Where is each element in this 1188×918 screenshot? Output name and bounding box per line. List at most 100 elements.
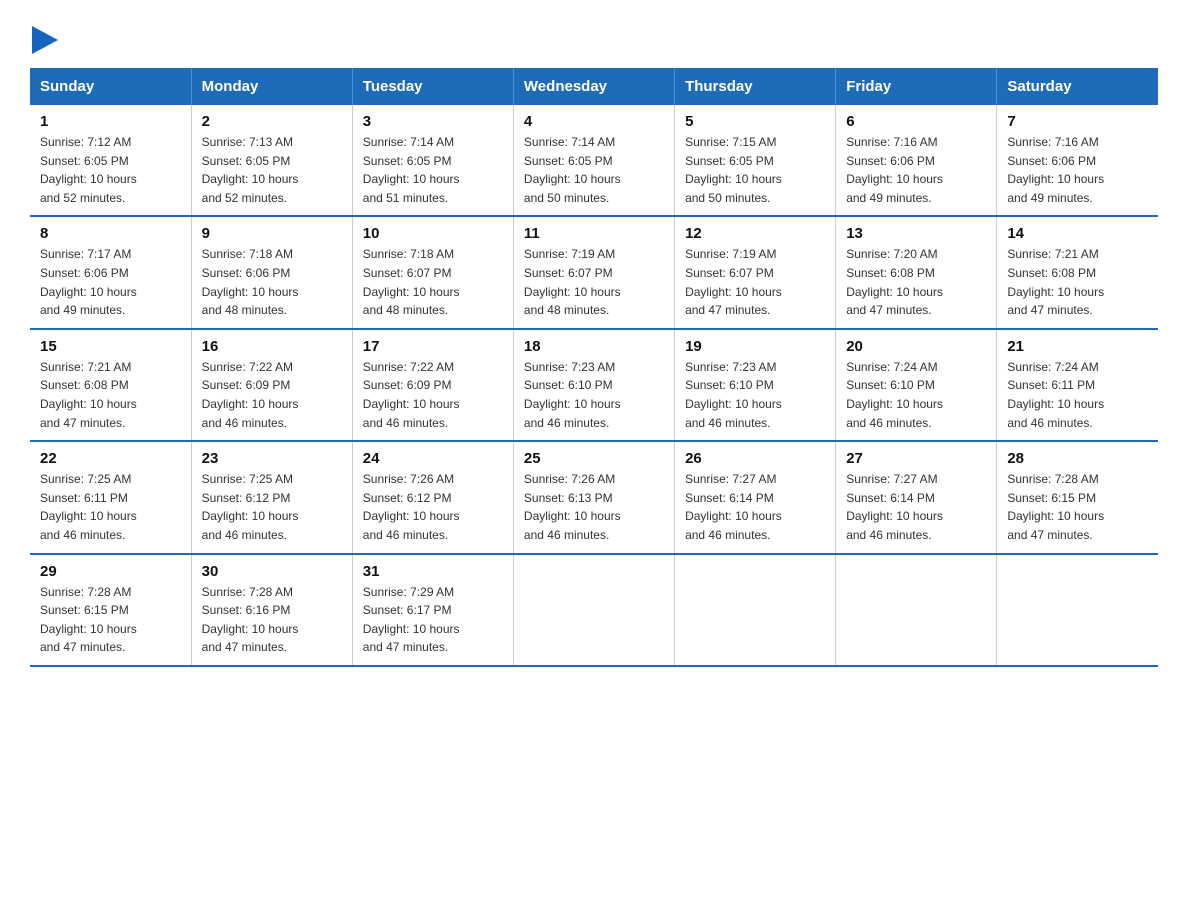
day-number: 31 bbox=[363, 563, 503, 580]
day-number: 16 bbox=[202, 338, 342, 355]
calendar-cell: 14 Sunrise: 7:21 AMSunset: 6:08 PMDaylig… bbox=[997, 216, 1158, 328]
calendar-week-row: 29 Sunrise: 7:28 AMSunset: 6:15 PMDaylig… bbox=[30, 554, 1158, 666]
day-number: 14 bbox=[1007, 225, 1148, 242]
day-number: 20 bbox=[846, 338, 986, 355]
day-info: Sunrise: 7:16 AMSunset: 6:06 PMDaylight:… bbox=[846, 135, 943, 205]
calendar-cell: 11 Sunrise: 7:19 AMSunset: 6:07 PMDaylig… bbox=[513, 216, 674, 328]
day-number: 4 bbox=[524, 113, 664, 130]
calendar-cell: 23 Sunrise: 7:25 AMSunset: 6:12 PMDaylig… bbox=[191, 441, 352, 553]
day-number: 23 bbox=[202, 450, 342, 467]
day-number: 7 bbox=[1007, 113, 1148, 130]
day-number: 5 bbox=[685, 113, 825, 130]
day-info: Sunrise: 7:13 AMSunset: 6:05 PMDaylight:… bbox=[202, 135, 299, 205]
calendar-cell: 27 Sunrise: 7:27 AMSunset: 6:14 PMDaylig… bbox=[836, 441, 997, 553]
day-info: Sunrise: 7:22 AMSunset: 6:09 PMDaylight:… bbox=[363, 360, 460, 430]
header-thursday: Thursday bbox=[675, 68, 836, 105]
header-wednesday: Wednesday bbox=[513, 68, 674, 105]
day-info: Sunrise: 7:26 AMSunset: 6:12 PMDaylight:… bbox=[363, 472, 460, 542]
calendar-cell: 17 Sunrise: 7:22 AMSunset: 6:09 PMDaylig… bbox=[352, 329, 513, 441]
day-info: Sunrise: 7:28 AMSunset: 6:16 PMDaylight:… bbox=[202, 585, 299, 655]
day-info: Sunrise: 7:23 AMSunset: 6:10 PMDaylight:… bbox=[524, 360, 621, 430]
day-info: Sunrise: 7:28 AMSunset: 6:15 PMDaylight:… bbox=[1007, 472, 1104, 542]
day-number: 30 bbox=[202, 563, 342, 580]
day-number: 17 bbox=[363, 338, 503, 355]
day-info: Sunrise: 7:28 AMSunset: 6:15 PMDaylight:… bbox=[40, 585, 137, 655]
calendar-week-row: 15 Sunrise: 7:21 AMSunset: 6:08 PMDaylig… bbox=[30, 329, 1158, 441]
day-info: Sunrise: 7:12 AMSunset: 6:05 PMDaylight:… bbox=[40, 135, 137, 205]
calendar-cell bbox=[836, 554, 997, 666]
calendar-cell: 13 Sunrise: 7:20 AMSunset: 6:08 PMDaylig… bbox=[836, 216, 997, 328]
calendar-cell: 15 Sunrise: 7:21 AMSunset: 6:08 PMDaylig… bbox=[30, 329, 191, 441]
day-number: 18 bbox=[524, 338, 664, 355]
day-info: Sunrise: 7:27 AMSunset: 6:14 PMDaylight:… bbox=[846, 472, 943, 542]
day-number: 2 bbox=[202, 113, 342, 130]
day-info: Sunrise: 7:14 AMSunset: 6:05 PMDaylight:… bbox=[524, 135, 621, 205]
calendar-cell: 9 Sunrise: 7:18 AMSunset: 6:06 PMDayligh… bbox=[191, 216, 352, 328]
day-number: 11 bbox=[524, 225, 664, 242]
calendar-cell: 19 Sunrise: 7:23 AMSunset: 6:10 PMDaylig… bbox=[675, 329, 836, 441]
day-info: Sunrise: 7:18 AMSunset: 6:07 PMDaylight:… bbox=[363, 247, 460, 317]
day-number: 19 bbox=[685, 338, 825, 355]
calendar-cell: 2 Sunrise: 7:13 AMSunset: 6:05 PMDayligh… bbox=[191, 105, 352, 216]
day-info: Sunrise: 7:25 AMSunset: 6:11 PMDaylight:… bbox=[40, 472, 137, 542]
day-info: Sunrise: 7:24 AMSunset: 6:11 PMDaylight:… bbox=[1007, 360, 1104, 430]
calendar-cell bbox=[675, 554, 836, 666]
calendar-cell: 31 Sunrise: 7:29 AMSunset: 6:17 PMDaylig… bbox=[352, 554, 513, 666]
day-info: Sunrise: 7:20 AMSunset: 6:08 PMDaylight:… bbox=[846, 247, 943, 317]
logo-arrow-icon bbox=[32, 26, 58, 54]
calendar-cell: 20 Sunrise: 7:24 AMSunset: 6:10 PMDaylig… bbox=[836, 329, 997, 441]
day-number: 3 bbox=[363, 113, 503, 130]
calendar-cell: 8 Sunrise: 7:17 AMSunset: 6:06 PMDayligh… bbox=[30, 216, 191, 328]
header-sunday: Sunday bbox=[30, 68, 191, 105]
day-info: Sunrise: 7:19 AMSunset: 6:07 PMDaylight:… bbox=[524, 247, 621, 317]
page-header bbox=[30, 20, 1158, 50]
day-info: Sunrise: 7:27 AMSunset: 6:14 PMDaylight:… bbox=[685, 472, 782, 542]
calendar-cell: 5 Sunrise: 7:15 AMSunset: 6:05 PMDayligh… bbox=[675, 105, 836, 216]
day-info: Sunrise: 7:29 AMSunset: 6:17 PMDaylight:… bbox=[363, 585, 460, 655]
header-saturday: Saturday bbox=[997, 68, 1158, 105]
day-number: 26 bbox=[685, 450, 825, 467]
calendar-cell: 22 Sunrise: 7:25 AMSunset: 6:11 PMDaylig… bbox=[30, 441, 191, 553]
day-number: 22 bbox=[40, 450, 181, 467]
day-info: Sunrise: 7:18 AMSunset: 6:06 PMDaylight:… bbox=[202, 247, 299, 317]
day-info: Sunrise: 7:17 AMSunset: 6:06 PMDaylight:… bbox=[40, 247, 137, 317]
day-number: 27 bbox=[846, 450, 986, 467]
calendar-cell: 3 Sunrise: 7:14 AMSunset: 6:05 PMDayligh… bbox=[352, 105, 513, 216]
day-number: 12 bbox=[685, 225, 825, 242]
header-monday: Monday bbox=[191, 68, 352, 105]
day-info: Sunrise: 7:15 AMSunset: 6:05 PMDaylight:… bbox=[685, 135, 782, 205]
day-number: 28 bbox=[1007, 450, 1148, 467]
calendar-week-row: 1 Sunrise: 7:12 AMSunset: 6:05 PMDayligh… bbox=[30, 105, 1158, 216]
header-tuesday: Tuesday bbox=[352, 68, 513, 105]
day-number: 21 bbox=[1007, 338, 1148, 355]
calendar-cell: 12 Sunrise: 7:19 AMSunset: 6:07 PMDaylig… bbox=[675, 216, 836, 328]
day-info: Sunrise: 7:25 AMSunset: 6:12 PMDaylight:… bbox=[202, 472, 299, 542]
calendar-week-row: 22 Sunrise: 7:25 AMSunset: 6:11 PMDaylig… bbox=[30, 441, 1158, 553]
calendar-cell: 4 Sunrise: 7:14 AMSunset: 6:05 PMDayligh… bbox=[513, 105, 674, 216]
day-info: Sunrise: 7:21 AMSunset: 6:08 PMDaylight:… bbox=[40, 360, 137, 430]
logo bbox=[30, 28, 58, 50]
day-number: 10 bbox=[363, 225, 503, 242]
calendar-cell: 10 Sunrise: 7:18 AMSunset: 6:07 PMDaylig… bbox=[352, 216, 513, 328]
calendar-cell: 6 Sunrise: 7:16 AMSunset: 6:06 PMDayligh… bbox=[836, 105, 997, 216]
calendar-cell: 16 Sunrise: 7:22 AMSunset: 6:09 PMDaylig… bbox=[191, 329, 352, 441]
day-number: 15 bbox=[40, 338, 181, 355]
day-info: Sunrise: 7:19 AMSunset: 6:07 PMDaylight:… bbox=[685, 247, 782, 317]
day-info: Sunrise: 7:23 AMSunset: 6:10 PMDaylight:… bbox=[685, 360, 782, 430]
day-info: Sunrise: 7:22 AMSunset: 6:09 PMDaylight:… bbox=[202, 360, 299, 430]
calendar-cell: 21 Sunrise: 7:24 AMSunset: 6:11 PMDaylig… bbox=[997, 329, 1158, 441]
day-number: 13 bbox=[846, 225, 986, 242]
calendar-week-row: 8 Sunrise: 7:17 AMSunset: 6:06 PMDayligh… bbox=[30, 216, 1158, 328]
day-info: Sunrise: 7:14 AMSunset: 6:05 PMDaylight:… bbox=[363, 135, 460, 205]
header-friday: Friday bbox=[836, 68, 997, 105]
calendar-table: SundayMondayTuesdayWednesdayThursdayFrid… bbox=[30, 68, 1158, 667]
calendar-cell bbox=[997, 554, 1158, 666]
day-number: 6 bbox=[846, 113, 986, 130]
day-info: Sunrise: 7:26 AMSunset: 6:13 PMDaylight:… bbox=[524, 472, 621, 542]
day-info: Sunrise: 7:21 AMSunset: 6:08 PMDaylight:… bbox=[1007, 247, 1104, 317]
calendar-cell: 26 Sunrise: 7:27 AMSunset: 6:14 PMDaylig… bbox=[675, 441, 836, 553]
calendar-cell: 24 Sunrise: 7:26 AMSunset: 6:12 PMDaylig… bbox=[352, 441, 513, 553]
calendar-header-row: SundayMondayTuesdayWednesdayThursdayFrid… bbox=[30, 68, 1158, 105]
calendar-cell: 1 Sunrise: 7:12 AMSunset: 6:05 PMDayligh… bbox=[30, 105, 191, 216]
calendar-cell: 28 Sunrise: 7:28 AMSunset: 6:15 PMDaylig… bbox=[997, 441, 1158, 553]
